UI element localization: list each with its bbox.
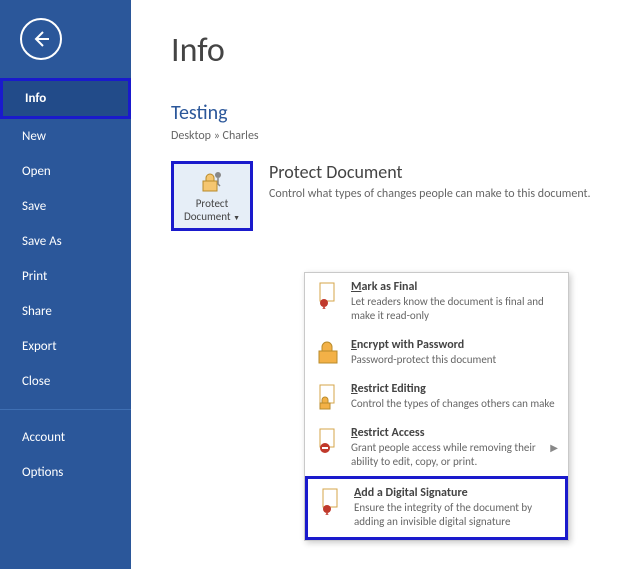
sidebar-item-account[interactable]: Account (0, 420, 131, 455)
sidebar-item-save[interactable]: Save (0, 189, 131, 224)
access-icon (315, 426, 341, 456)
info-pane: Info Testing Desktop » Charles Protect D… (131, 0, 635, 569)
breadcrumb: Desktop » Charles (171, 129, 635, 143)
menu-access[interactable]: Restrict AccessGrant people access while… (305, 419, 568, 477)
arrow-left-icon (31, 29, 51, 49)
menu-final[interactable]: Mark as FinalLet readers know the docume… (305, 273, 568, 331)
final-icon (315, 280, 341, 310)
menu-desc: Let readers know the document is final a… (351, 295, 558, 324)
sidebar-item-print[interactable]: Print (0, 259, 131, 294)
sidebar-item-close[interactable]: Close (0, 364, 131, 399)
menu-label: Restrict Access (351, 426, 536, 440)
menu-desc: Grant people access while removing their… (351, 441, 536, 470)
encrypt-icon (315, 338, 341, 368)
protect-document-label: Protect Document ▼ (174, 198, 250, 222)
back-button[interactable] (20, 18, 62, 60)
menu-label: Mark as Final (351, 280, 558, 294)
menu-sign[interactable]: Add a Digital SignatureEnsure the integr… (305, 476, 568, 540)
protect-document-button[interactable]: Protect Document ▼ (171, 161, 253, 231)
protect-document-menu: Mark as FinalLet readers know the docume… (304, 272, 569, 541)
protect-document-subtext: Control what types of changes people can… (269, 187, 591, 201)
menu-label: Restrict Editing (351, 382, 558, 396)
menu-desc: Password-protect this document (351, 353, 558, 367)
sidebar-separator (0, 409, 131, 410)
page-title: Info (171, 30, 635, 71)
document-title: Testing (171, 101, 635, 125)
sidebar-item-save-as[interactable]: Save As (0, 224, 131, 259)
menu-edit[interactable]: Restrict EditingControl the types of cha… (305, 375, 568, 419)
backstage-sidebar: InfoNewOpenSaveSave AsPrintShareExportCl… (0, 0, 131, 569)
lock-key-icon (198, 169, 226, 195)
sidebar-item-new[interactable]: New (0, 119, 131, 154)
menu-label: Add a Digital Signature (354, 486, 555, 500)
sidebar-item-export[interactable]: Export (0, 329, 131, 364)
sidebar-item-share[interactable]: Share (0, 294, 131, 329)
menu-encrypt[interactable]: Encrypt with PasswordPassword-protect th… (305, 331, 568, 375)
menu-desc: Ensure the integrity of the document by … (354, 501, 555, 530)
menu-desc: Control the types of changes others can … (351, 397, 558, 411)
sidebar-item-info[interactable]: Info (0, 78, 131, 119)
sidebar-item-open[interactable]: Open (0, 154, 131, 189)
submenu-arrow-icon: ▶ (550, 441, 558, 454)
sign-icon (318, 486, 344, 516)
protect-document-heading: Protect Document (269, 161, 591, 183)
sidebar-item-options[interactable]: Options (0, 455, 131, 490)
menu-label: Encrypt with Password (351, 338, 558, 352)
edit-icon (315, 382, 341, 412)
